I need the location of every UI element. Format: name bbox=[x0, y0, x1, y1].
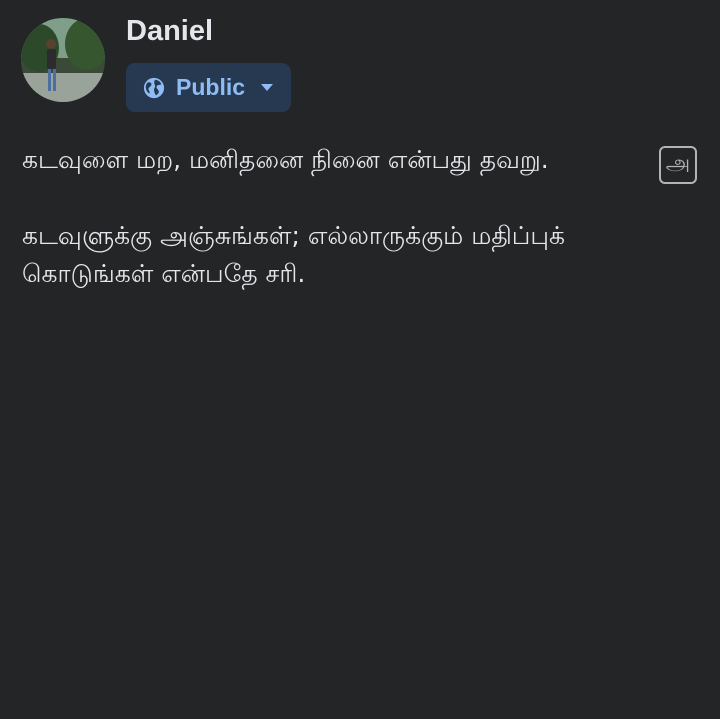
globe-icon bbox=[143, 77, 165, 98]
audience-label: Public bbox=[176, 74, 246, 100]
post-paragraph: கடவுளுக்கு அஞ்சுங்கள்; எல்லாருக்கும் மதி… bbox=[22, 221, 566, 288]
caret-down-icon bbox=[261, 84, 274, 91]
avatar[interactable] bbox=[21, 18, 105, 102]
avatar-photo bbox=[21, 18, 105, 102]
post-text: கடவுளை மற, மனிதனை நினை என்பது தவறு. கடவு… bbox=[22, 141, 642, 293]
author-name[interactable]: Daniel bbox=[126, 15, 213, 48]
audience-selector-button[interactable]: Public bbox=[126, 63, 291, 112]
translate-icon[interactable]: அ bbox=[659, 146, 697, 184]
post-paragraph: கடவுளை மற, மனிதனை நினை என்பது தவறு. bbox=[22, 145, 549, 174]
